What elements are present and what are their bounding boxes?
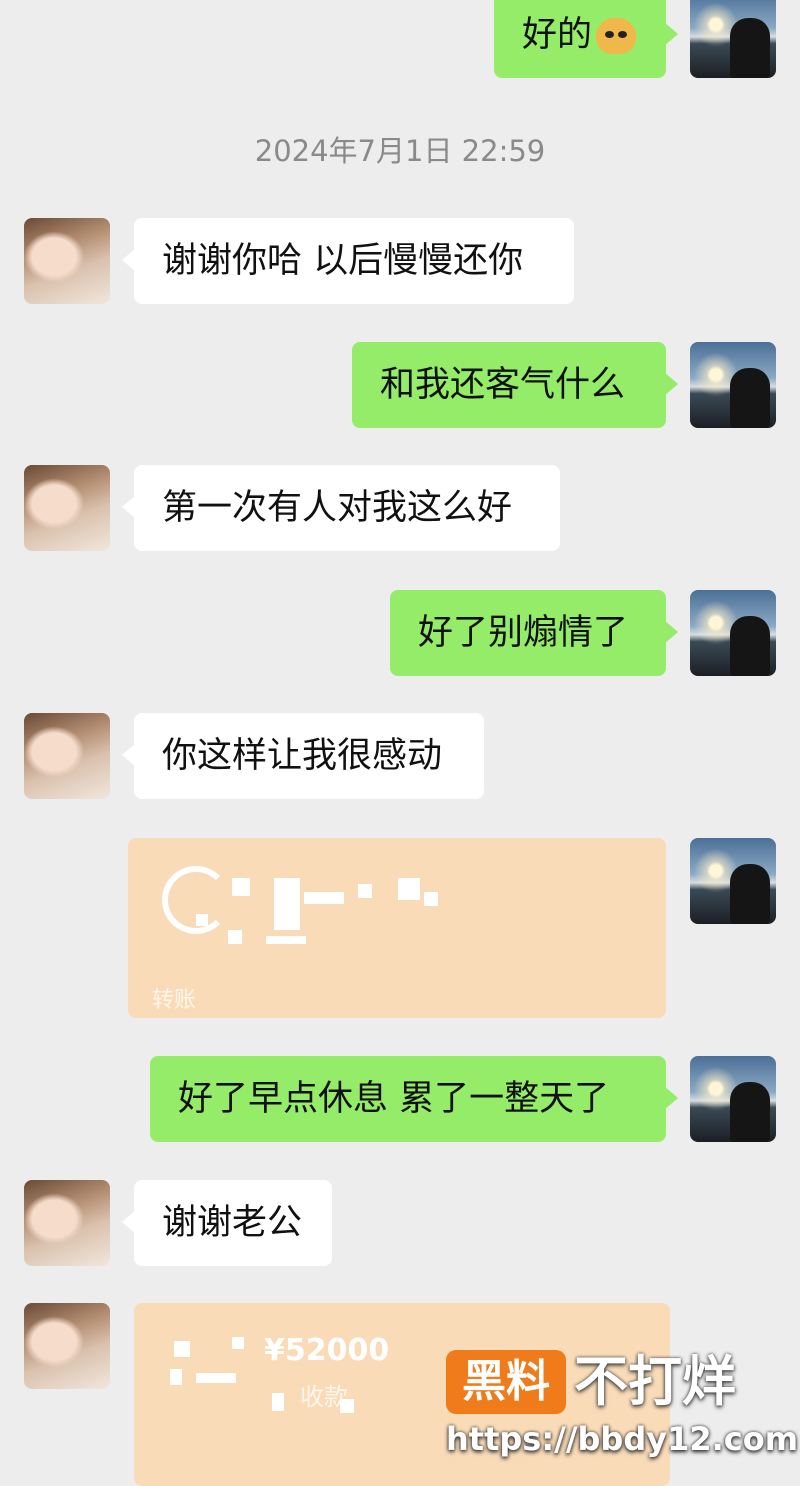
message-text: 你这样让我很感动 — [162, 736, 443, 776]
blurred-amount — [274, 878, 300, 930]
avatar-other[interactable] — [24, 465, 110, 551]
watermark-title: 不打烊 — [574, 1350, 736, 1413]
blurred-icon — [170, 1369, 182, 1385]
message-bubble-other[interactable]: 你这样让我很感动 — [122, 713, 484, 799]
message-bubble-self[interactable]: 好了别煽情了 — [390, 590, 678, 676]
blurred-icon — [174, 1341, 190, 1357]
blurred-amount — [304, 892, 344, 904]
message-text: 第一次有人对我这么好 — [162, 488, 513, 528]
blurred-amount — [232, 878, 250, 896]
message-text: 好的 — [522, 15, 593, 55]
avatar-self[interactable] — [690, 838, 776, 924]
avatar-other[interactable] — [24, 713, 110, 799]
blurred-amount — [424, 892, 438, 906]
doge-emoji-icon — [596, 18, 637, 54]
message-text: 和我还客气什么 — [380, 365, 626, 405]
avatar-self[interactable] — [690, 342, 776, 428]
transfer-label: 转账 — [152, 988, 197, 1013]
watermark-url: https://bbdy12.com — [446, 1420, 799, 1458]
watermark-badge: 黑料 — [446, 1350, 566, 1414]
message-text: 好了早点休息 累了一整天了 — [178, 1079, 610, 1119]
blurred-amount — [398, 878, 420, 900]
blurred-icon — [232, 1337, 244, 1349]
message-bubble-self[interactable]: 好了早点休息 累了一整天了 — [150, 1056, 678, 1142]
site-watermark: 黑料 不打烊 https://bbdy12.com — [446, 1346, 798, 1476]
message-text: 谢谢老公 — [162, 1203, 303, 1243]
message-text: 好了别煽情了 — [418, 613, 629, 653]
message-text: 谢谢你哈 以后慢慢还你 — [162, 241, 524, 281]
message-bubble-self[interactable]: 和我还客气什么 — [352, 342, 678, 428]
message-bubble-self[interactable]: 好的 — [494, 0, 678, 78]
message-bubble-other[interactable]: 第一次有人对我这么好 — [122, 465, 560, 551]
transfer-card[interactable]: 转账 — [128, 838, 666, 1018]
blurred-amount — [196, 914, 208, 926]
message-bubble-other[interactable]: 谢谢老公 — [122, 1180, 332, 1266]
blurred-amount — [228, 930, 242, 944]
blurred-icon — [196, 1373, 236, 1383]
receipt-amount: ¥52000 — [264, 1333, 390, 1368]
avatar-other[interactable] — [24, 218, 110, 304]
message-bubble-other[interactable]: 谢谢你哈 以后慢慢还你 — [122, 218, 574, 304]
blurred-amount — [266, 936, 306, 944]
blurred-amount — [340, 1399, 354, 1413]
chat-timestamp: 2024年7月1日 22:59 — [254, 134, 546, 168]
avatar-self[interactable] — [690, 590, 776, 676]
avatar-self[interactable] — [690, 1056, 776, 1142]
blurred-amount — [272, 1393, 284, 1411]
avatar-self[interactable] — [690, 0, 776, 78]
avatar-other[interactable] — [24, 1303, 110, 1389]
avatar-other[interactable] — [24, 1180, 110, 1266]
blurred-amount — [358, 884, 372, 898]
